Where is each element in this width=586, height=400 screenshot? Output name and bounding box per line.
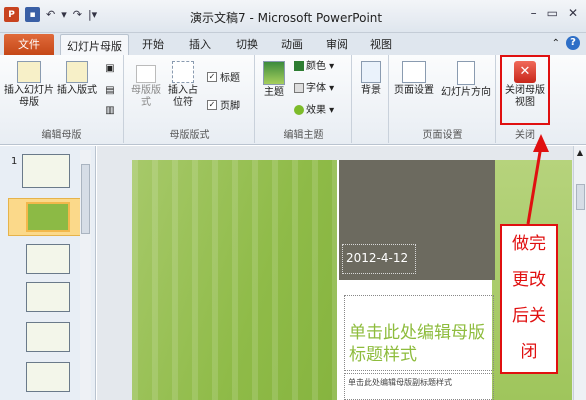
group-label: 关闭 [515, 130, 535, 141]
page-setup-button[interactable]: 页面设置 [392, 61, 436, 97]
title-placeholder-text: 单击此处编辑母版标题样式 [349, 323, 485, 365]
insert-layout-button[interactable]: 插入版式 [54, 61, 100, 97]
thumbnail-layout[interactable] [26, 362, 70, 392]
master-layout-icon [136, 65, 156, 83]
group-label: 编辑主题 [283, 130, 324, 141]
rename-icon[interactable]: ▤ [102, 85, 118, 97]
close-master-view-label: 关闭母版视图 [505, 85, 545, 108]
thumbnail-number: 1 [11, 156, 18, 167]
annotation-line: 后关 [512, 306, 546, 326]
annotation-line: 闭 [520, 342, 538, 362]
ribbon: 插入幻灯片母版 插入版式 ▣ ▤ ▥ 编辑母版 母版版式 插入占位符 ✓ 标题 … [0, 55, 586, 145]
effects-button[interactable]: 效果 ▾ [294, 105, 334, 117]
group-page-setup: 页面设置 幻灯片方向 页面设置 [390, 55, 496, 143]
insert-slide-master-button[interactable]: 插入幻灯片母版 [4, 61, 54, 109]
slide-master-icon [17, 61, 41, 83]
thumbnail-layout[interactable] [26, 322, 70, 352]
scrollbar-thumb[interactable] [576, 184, 585, 210]
help-icon[interactable]: ? [566, 36, 580, 50]
footer-checkbox[interactable]: ✓ 页脚 [207, 97, 240, 112]
check-icon: ✓ [207, 71, 217, 82]
group-label: 母版版式 [169, 130, 210, 141]
collapse-ribbon-icon[interactable]: ⌃ [552, 38, 560, 49]
slide-orientation-button[interactable]: 幻灯片方向 [438, 61, 494, 99]
close-icon: ✕ [514, 61, 536, 83]
annotation-callout: 做完 更改 后关 闭 [500, 224, 558, 374]
placeholder-icon [172, 61, 194, 83]
group-edit-master: 插入幻灯片母版 插入版式 ▣ ▤ ▥ 编辑母版 [0, 55, 124, 143]
tab-transitions[interactable]: 切换 [236, 36, 258, 52]
annotation-line: 更改 [512, 270, 546, 290]
delete-icon[interactable]: ▣ [102, 63, 118, 75]
redo-icon[interactable]: ↷ [73, 8, 82, 21]
thumbnail-scrollbar[interactable] [80, 150, 91, 400]
restore-icon[interactable]: ▭ [547, 6, 558, 20]
tab-animations[interactable]: 动画 [281, 36, 303, 52]
fonts-button[interactable]: 字体 ▾ [294, 83, 334, 95]
group-label: 页面设置 [422, 130, 463, 141]
tab-insert[interactable]: 插入 [189, 36, 211, 52]
powerpoint-app-icon[interactable]: P [4, 7, 19, 22]
window-title: 演示文稿7 - Microsoft PowerPoint [190, 11, 383, 25]
colors-icon [294, 61, 304, 71]
title-checkbox[interactable]: ✓ 标题 [207, 69, 240, 84]
close-window-icon[interactable]: ✕ [568, 6, 578, 20]
main-vertical-scrollbar[interactable]: ▲ [573, 146, 586, 400]
save-icon[interactable]: ▪ [25, 7, 40, 22]
orientation-icon [457, 61, 475, 85]
scroll-up-icon[interactable]: ▲ [574, 146, 586, 157]
group-label: 编辑母版 [41, 130, 82, 141]
ribbon-tabs: 文件 幻灯片母版 开始 插入 切换 动画 审阅 视图 ⌃ ? [0, 33, 586, 56]
quick-access-toolbar: P ▪ ↶ ▾ ↷ |▾ [4, 7, 97, 22]
thumbnail-layout[interactable] [26, 282, 70, 312]
minimize-icon[interactable]: – [531, 6, 537, 20]
group-master-layout: 母版版式 插入占位符 ✓ 标题 ✓ 页脚 母版版式 [125, 55, 255, 143]
window-controls: – ▭ ✕ [531, 6, 578, 20]
undo-icon[interactable]: ↶ [46, 8, 55, 21]
thumbnail-master[interactable] [22, 154, 70, 188]
background-icon [361, 61, 381, 83]
subtitle-placeholder[interactable]: 单击此处编辑母版副标题样式 [344, 373, 494, 400]
date-placeholder[interactable]: 2012-4-12 [342, 244, 416, 274]
slide-thumbnail-pane: 1 [0, 146, 96, 400]
preserve-icon[interactable]: ▥ [102, 105, 118, 117]
decorative-stripes [132, 160, 337, 400]
thumbnail-layout[interactable] [26, 244, 70, 274]
thumbnail-layout-selected[interactable] [26, 202, 70, 232]
fonts-icon [294, 83, 304, 93]
customize-qat-icon[interactable]: |▾ [88, 8, 97, 21]
title-placeholder[interactable]: 单击此处编辑母版标题样式 [344, 295, 494, 371]
insert-placeholder-button[interactable]: 插入占位符 [165, 61, 201, 109]
themes-icon [263, 61, 285, 85]
tab-slide-master[interactable]: 幻灯片母版 [60, 34, 129, 56]
layout-icon [66, 61, 88, 83]
tab-file[interactable]: 文件 [4, 34, 54, 55]
group-edit-theme: 主题 颜色 ▾ 字体 ▾ 效果 ▾ 编辑主题 [256, 55, 352, 143]
colors-button[interactable]: 颜色 ▾ [294, 61, 334, 73]
annotation-line: 做完 [512, 234, 546, 254]
themes-button[interactable]: 主题 [260, 61, 288, 99]
tab-home[interactable]: 开始 [142, 36, 164, 52]
page-setup-icon [402, 61, 426, 83]
effects-icon [294, 105, 304, 115]
check-icon: ✓ [207, 99, 217, 110]
tab-review[interactable]: 审阅 [326, 36, 348, 52]
background-button[interactable]: 背景 [357, 61, 385, 97]
close-master-view-button[interactable]: ✕ 关闭母版视图 [500, 55, 550, 125]
title-bar: P ▪ ↶ ▾ ↷ |▾ 演示文稿7 - Microsoft PowerPoin… [0, 0, 586, 33]
tab-view[interactable]: 视图 [370, 36, 392, 52]
master-layout-button[interactable]: 母版版式 [129, 65, 163, 109]
dropdown-chevron-icon[interactable]: ▾ [61, 8, 67, 21]
scrollbar-thumb[interactable] [81, 164, 90, 234]
group-background: 背景 [353, 55, 389, 143]
